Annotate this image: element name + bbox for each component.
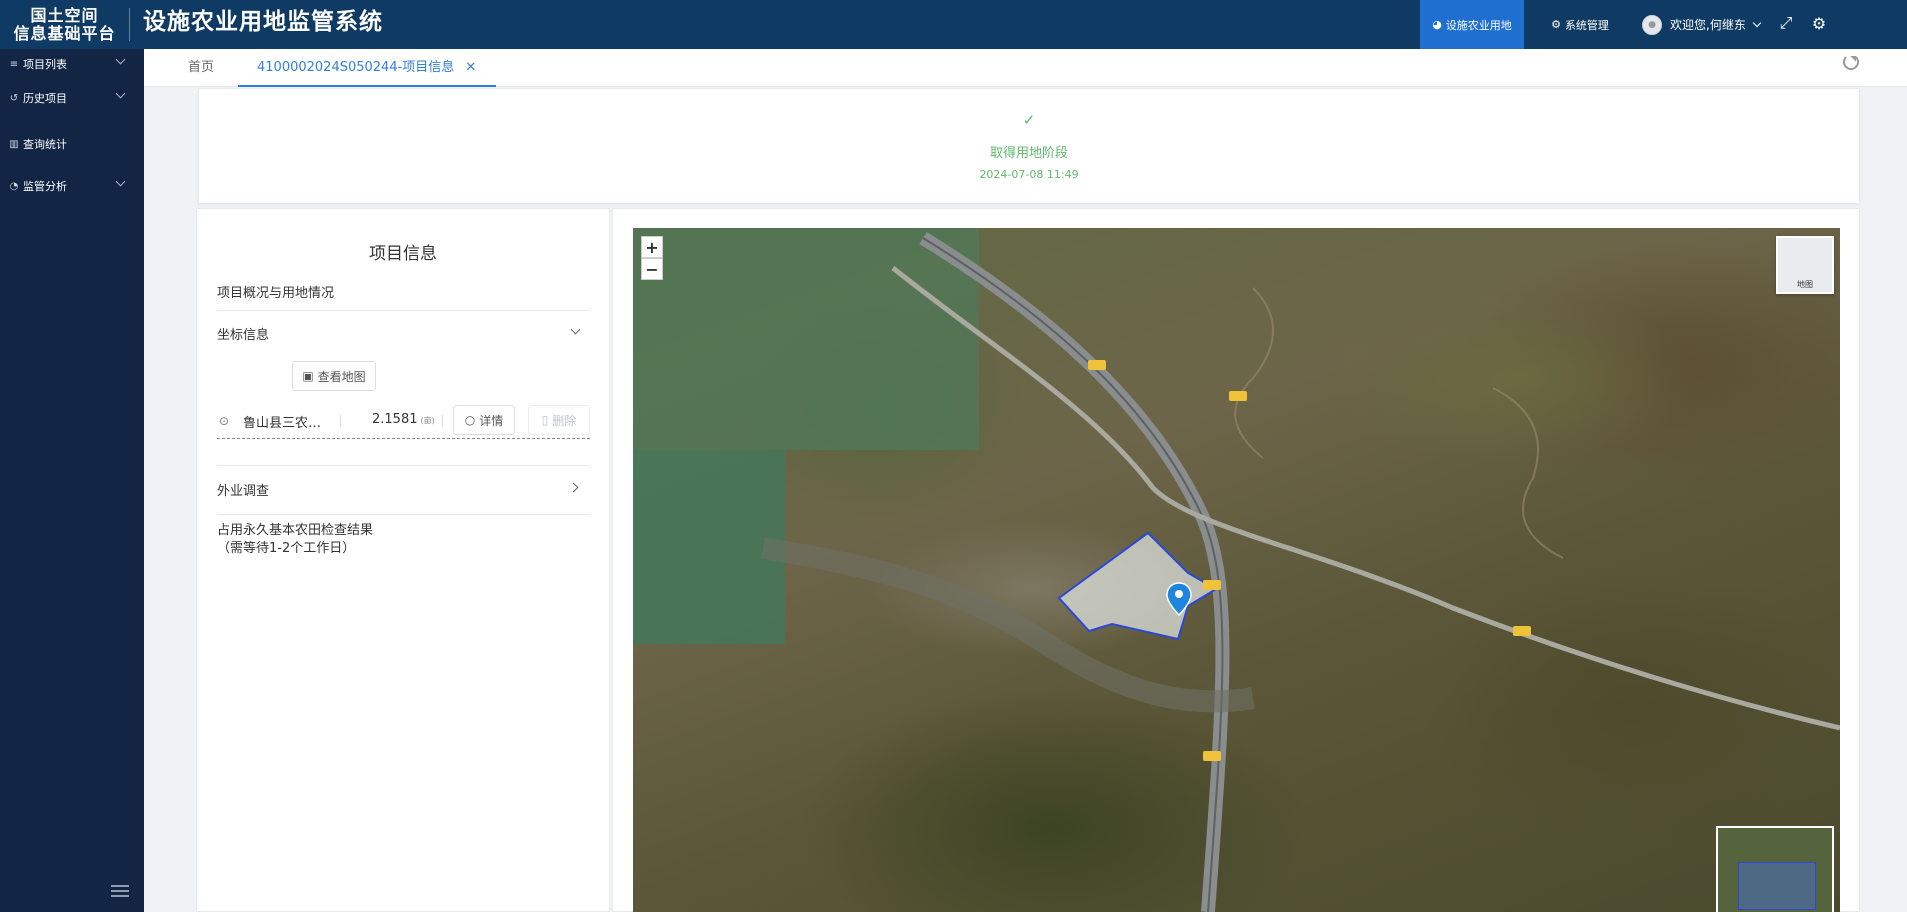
sidebar: ≡ 项目列表 ↺ 历史项目 ▥ 查询统计 ◔ 监管分析 [0, 49, 144, 912]
button-label: 查看地图 [317, 369, 366, 384]
button-label: 详情 [479, 413, 504, 428]
chevron-down-icon[interactable] [570, 324, 581, 335]
chevron-right-icon[interactable] [568, 482, 579, 493]
delete-button[interactable]: ▯ 删除 [528, 405, 590, 435]
user-menu[interactable]: ● 欢迎您,何继东 [1642, 0, 1762, 49]
pie-icon: ◔ [9, 180, 19, 192]
separator [442, 415, 443, 427]
overview-section[interactable]: 项目概况与用地情况 [217, 282, 334, 301]
satellite-map[interactable]: + − 地图 [633, 228, 1840, 912]
farmland-check-note: （需等待1-2个工作日） [217, 541, 356, 556]
logo-line2: 信息基础平台 [13, 23, 116, 43]
sidebar-item-label: 项目列表 [23, 58, 67, 71]
tab-home[interactable]: 首页 [188, 49, 214, 87]
header-divider [129, 8, 130, 41]
sidebar-collapse-icon[interactable] [111, 885, 129, 899]
system-title: 设施农业用地监管系统 [143, 9, 383, 35]
sidebar-item-supervision[interactable]: ◔ 监管分析 [0, 171, 144, 201]
sidebar-item-history[interactable]: ↺ 历史项目 [0, 83, 144, 113]
nav-system-management[interactable]: ⚙ 系统管理 [1540, 0, 1620, 49]
app-header: 国土空间 信息基础平台 设施农业用地监管系统 ◕ 设施农业用地 ⚙ 系统管理 ●… [0, 0, 1907, 49]
chevron-down-icon [1752, 18, 1762, 28]
stage-status: 取得用地阶段 [989, 146, 1068, 161]
tab-label: 首页 [188, 60, 215, 75]
map-overlay [761, 232, 1840, 912]
field-survey-section[interactable]: 外业调查 [217, 480, 269, 499]
view-map-button[interactable]: ▣ 查看地图 [292, 361, 376, 391]
sidebar-item-label: 历史项目 [23, 92, 67, 105]
project-info-panel: 项目信息 项目概况与用地情况 坐标信息 ▣ 查看地图 ⊙ 鲁山县三农… 2.15… [196, 208, 610, 912]
stage-panel: ✓ 取得用地阶段 2024-07-08 11:49 [198, 88, 1860, 204]
trash-icon: ▯ [541, 413, 549, 427]
platform-logo[interactable]: 国土空间 信息基础平台 [0, 0, 129, 49]
welcome-text: 欢迎您,何继东 [1670, 18, 1746, 32]
layer-switcher[interactable]: 地图 [1776, 236, 1834, 294]
tab-label: 4100002024S050244-项目信息 [257, 60, 455, 75]
history-icon: ↺ [9, 92, 19, 104]
panel-title: 项目信息 [369, 244, 437, 264]
chart-icon: ▥ [9, 138, 19, 150]
coord-list-item: ⊙ 鲁山县三农… 2.1581 (亩) ○ 详情 ▯ 删除 [217, 403, 590, 439]
road-badge [1088, 360, 1106, 370]
check-icon: ✓ [1022, 111, 1036, 129]
sidebar-item-query-stats[interactable]: ▥ 查询统计 [0, 129, 144, 159]
map-icon: ▣ [302, 369, 314, 383]
divider [217, 514, 590, 515]
provincial-road [891, 266, 1840, 731]
road-badge [1513, 626, 1531, 636]
area-unit: (亩) [420, 416, 435, 425]
fullscreen-icon[interactable]: ⤢ [1775, 12, 1797, 34]
search-icon: ○ [464, 413, 476, 427]
tab-bar: 首页 4100002024S050244-项目信息 ✕ [144, 49, 1907, 87]
list-icon: ≡ [9, 58, 19, 70]
nav-label: 设施农业用地 [1445, 18, 1512, 32]
nav-facility-agri-land[interactable]: ◕ 设施农业用地 [1420, 0, 1524, 49]
sidebar-item-project-list[interactable]: ≡ 项目列表 [0, 49, 144, 79]
sidebar-item-label: 监管分析 [23, 180, 67, 193]
coord-name: 鲁山县三农… [243, 416, 322, 431]
detail-button[interactable]: ○ 详情 [453, 405, 515, 435]
chevron-down-icon [115, 176, 126, 187]
gears-icon: ⚙ [1551, 18, 1561, 31]
avatar: ● [1642, 14, 1662, 35]
divider [217, 310, 590, 311]
area-value: 2.1581 [372, 412, 418, 427]
sidebar-item-label: 查询统计 [23, 138, 67, 151]
button-label: 删除 [552, 413, 577, 428]
road-badge [1203, 751, 1221, 761]
tab-project-info[interactable]: 4100002024S050244-项目信息 ✕ [238, 49, 497, 87]
divider [217, 465, 590, 466]
location-pin-icon: ⊙ [219, 414, 230, 428]
zoom-out-button[interactable]: − [641, 258, 663, 280]
terrace-line [1234, 287, 1274, 459]
close-icon[interactable]: ✕ [465, 60, 476, 75]
settings-icon[interactable]: ⚙ [1808, 12, 1830, 34]
farmland-check-title: 占用永久基本农田检查结果 [217, 523, 374, 538]
coord-section-header[interactable]: 坐标信息 [217, 324, 269, 343]
terrace-line [1492, 387, 1564, 559]
chevron-down-icon [115, 88, 126, 99]
stage-time: 2024-07-08 11:49 [979, 168, 1079, 181]
layer-label: 地图 [1797, 280, 1813, 289]
nav-label: 系统管理 [1564, 18, 1609, 32]
land-parcel-polygon[interactable] [1057, 531, 1218, 641]
refresh-icon[interactable] [1843, 54, 1859, 70]
logo-line1: 国土空间 [30, 5, 99, 25]
overview-map[interactable] [1716, 826, 1834, 912]
coord-area: 2.1581 (亩) [372, 412, 435, 427]
road-badge [1203, 580, 1221, 590]
separator [340, 415, 341, 427]
globe-icon: ◕ [1432, 18, 1442, 31]
overview-extent-box [1738, 862, 1816, 910]
zoom-in-button[interactable]: + [641, 236, 663, 258]
road-badge [1229, 391, 1247, 401]
chevron-down-icon [115, 54, 126, 65]
